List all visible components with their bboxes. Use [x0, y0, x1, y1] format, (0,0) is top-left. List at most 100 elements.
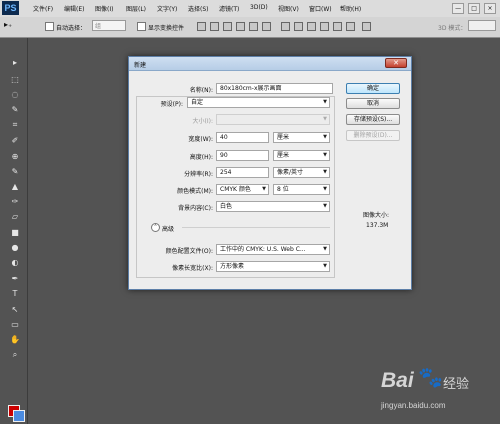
resolution-unit-dropdown[interactable]: 像素/英寸 ▼	[273, 167, 330, 178]
cancel-button[interactable]: 取消	[346, 98, 400, 109]
jingyan-logo-text: 经验	[443, 377, 470, 392]
align-vcenter-icon[interactable]	[210, 22, 219, 31]
height-unit-dropdown[interactable]: 厘米 ▼	[273, 150, 330, 161]
dialog-close-button[interactable]: ✕	[385, 58, 407, 68]
menu-filter[interactable]: 滤镜(T)	[219, 4, 239, 13]
chevron-down-icon: ▼	[323, 152, 327, 158]
align-top-icon[interactable]	[197, 22, 206, 31]
color-mode-value: CMYK 颜色	[220, 186, 251, 193]
distribute-left-icon[interactable]	[320, 22, 329, 31]
name-input[interactable]: 80x180cm-x展示画面	[216, 83, 333, 94]
new-document-dialog: 新建 ✕ 名称(N): 80x180cm-x展示画面 预设(P): 自定 ▼ 大…	[128, 56, 412, 290]
auto-select-label: 自动选择：	[56, 25, 87, 32]
width-unit-value: 厘米	[277, 134, 290, 141]
pen-icon[interactable]: ✒	[10, 274, 20, 284]
size-label: 大小(I):	[192, 118, 213, 125]
move-icon[interactable]: ▸	[10, 58, 20, 68]
save-preset-button[interactable]: 存储预设(S)...	[346, 114, 400, 125]
auto-align-icon[interactable]	[362, 22, 371, 31]
pixel-aspect-dropdown[interactable]: 方形像素 ▼	[216, 261, 330, 272]
stamp-icon[interactable]: ▲	[10, 182, 20, 192]
dodge-icon[interactable]: ◐	[10, 258, 20, 268]
background-color-swatch[interactable]	[13, 410, 25, 422]
resolution-input[interactable]: 254	[216, 167, 269, 178]
distribute-right-icon[interactable]	[346, 22, 355, 31]
distribute-vcenter-icon[interactable]	[294, 22, 303, 31]
distribute-hcenter-icon[interactable]	[333, 22, 342, 31]
preset-dropdown[interactable]: 自定 ▼	[187, 97, 330, 108]
menu-3d[interactable]: 3D(D)	[250, 4, 268, 11]
menu-edit[interactable]: 编辑(E)	[64, 4, 84, 13]
menu-help[interactable]: 帮助(H)	[340, 4, 361, 13]
hand-icon[interactable]: ✋	[10, 335, 20, 345]
menu-layer[interactable]: 图层(L)	[126, 4, 146, 13]
marquee-icon[interactable]: ⬚	[10, 75, 20, 85]
align-left-icon[interactable]	[236, 22, 245, 31]
ok-button[interactable]: 确定	[346, 83, 400, 94]
width-input[interactable]: 40	[216, 132, 269, 143]
blur-icon[interactable]: ●	[10, 243, 20, 253]
chevron-down-icon: ▼	[323, 134, 327, 140]
show-transform-checkbox[interactable]	[137, 22, 146, 31]
shape-icon[interactable]: ▭	[10, 320, 20, 330]
close-window-button[interactable]: ×	[484, 3, 496, 14]
gradient-icon[interactable]: ■	[10, 228, 20, 238]
path-select-icon[interactable]: ↖	[10, 305, 20, 315]
baidu-logo-text: Bai	[381, 369, 414, 392]
healing-icon[interactable]: ⊕	[10, 152, 20, 162]
chevron-down-icon: ▼	[262, 186, 266, 192]
chevron-down-icon: ▼	[323, 203, 327, 209]
maximize-button[interactable]: □	[468, 3, 481, 14]
distribute-bottom-icon[interactable]	[307, 22, 316, 31]
dialog-titlebar: 新建 ✕	[129, 57, 411, 71]
size-dropdown: ▼	[216, 114, 330, 125]
minimize-button[interactable]: —	[452, 3, 465, 14]
distribute-top-icon[interactable]	[281, 22, 290, 31]
menu-select[interactable]: 选择(S)	[188, 4, 209, 13]
lasso-icon[interactable]: ◌	[10, 90, 20, 100]
align-right-icon[interactable]	[262, 22, 271, 31]
quick-select-icon[interactable]: ✎	[10, 105, 20, 115]
dialog-title: 新建	[134, 62, 147, 69]
align-hcenter-icon[interactable]	[249, 22, 258, 31]
advanced-label: 高级	[162, 226, 175, 233]
color-profile-label: 颜色配置文件(O):	[165, 248, 213, 255]
auto-select-dropdown[interactable]: 组	[92, 20, 126, 31]
bit-depth-value: 8 位	[277, 186, 289, 193]
crop-icon[interactable]: ⌗	[10, 120, 20, 130]
background-contents-dropdown[interactable]: 白色 ▼	[216, 201, 330, 212]
resolution-label: 分辨率(R):	[184, 171, 213, 178]
bit-depth-dropdown[interactable]: 8 位 ▼	[273, 184, 330, 195]
height-unit-value: 厘米	[277, 152, 290, 159]
type-icon[interactable]: T	[10, 289, 20, 299]
pixel-aspect-label: 像素长宽比(X):	[172, 265, 213, 272]
align-bottom-icon[interactable]	[223, 22, 232, 31]
move-tool-icon[interactable]: ▸₊	[4, 20, 12, 29]
menu-bar: PS 文件(F) 编辑(E) 图像(I) 图层(L) 文字(Y) 选择(S) 滤…	[0, 0, 500, 18]
brush-icon[interactable]: ✎	[10, 167, 20, 177]
width-unit-dropdown[interactable]: 厘米 ▼	[273, 132, 330, 143]
height-input[interactable]: 90	[216, 150, 269, 161]
color-mode-dropdown[interactable]: CMYK 颜色 ▼	[216, 184, 269, 195]
menu-type[interactable]: 文字(Y)	[157, 4, 177, 13]
menu-image[interactable]: 图像(I)	[95, 4, 113, 13]
window-controls: — □ ×	[450, 3, 496, 14]
menu-window[interactable]: 窗口(W)	[309, 4, 332, 13]
3d-mode-dropdown[interactable]	[468, 20, 496, 31]
background-contents-value: 白色	[220, 203, 233, 210]
menu-file[interactable]: 文件(F)	[33, 4, 53, 13]
chevron-down-icon: ▼	[323, 116, 327, 122]
show-transform-label: 显示变换控件	[148, 25, 185, 32]
eraser-icon[interactable]: ▱	[10, 212, 20, 222]
auto-select-checkbox[interactable]	[45, 22, 54, 31]
history-brush-icon[interactable]: ✑	[10, 197, 20, 207]
zoom-icon[interactable]: ⌕	[10, 350, 20, 360]
baidu-jingyan-watermark: Bai 🐾 经验 jingyan.baidu.com	[381, 365, 499, 423]
auto-select-value: 组	[95, 23, 102, 30]
color-profile-dropdown[interactable]: 工作中的 CMYK: U.S. Web C... ▼	[216, 244, 330, 255]
watermark-url: jingyan.baidu.com	[381, 401, 446, 410]
3d-mode-label: 3D 模式：	[438, 25, 467, 32]
menu-view[interactable]: 视图(V)	[278, 4, 299, 13]
advanced-toggle-icon[interactable]: ⌃	[151, 223, 160, 232]
eyedropper-icon[interactable]: ✐	[10, 136, 20, 146]
